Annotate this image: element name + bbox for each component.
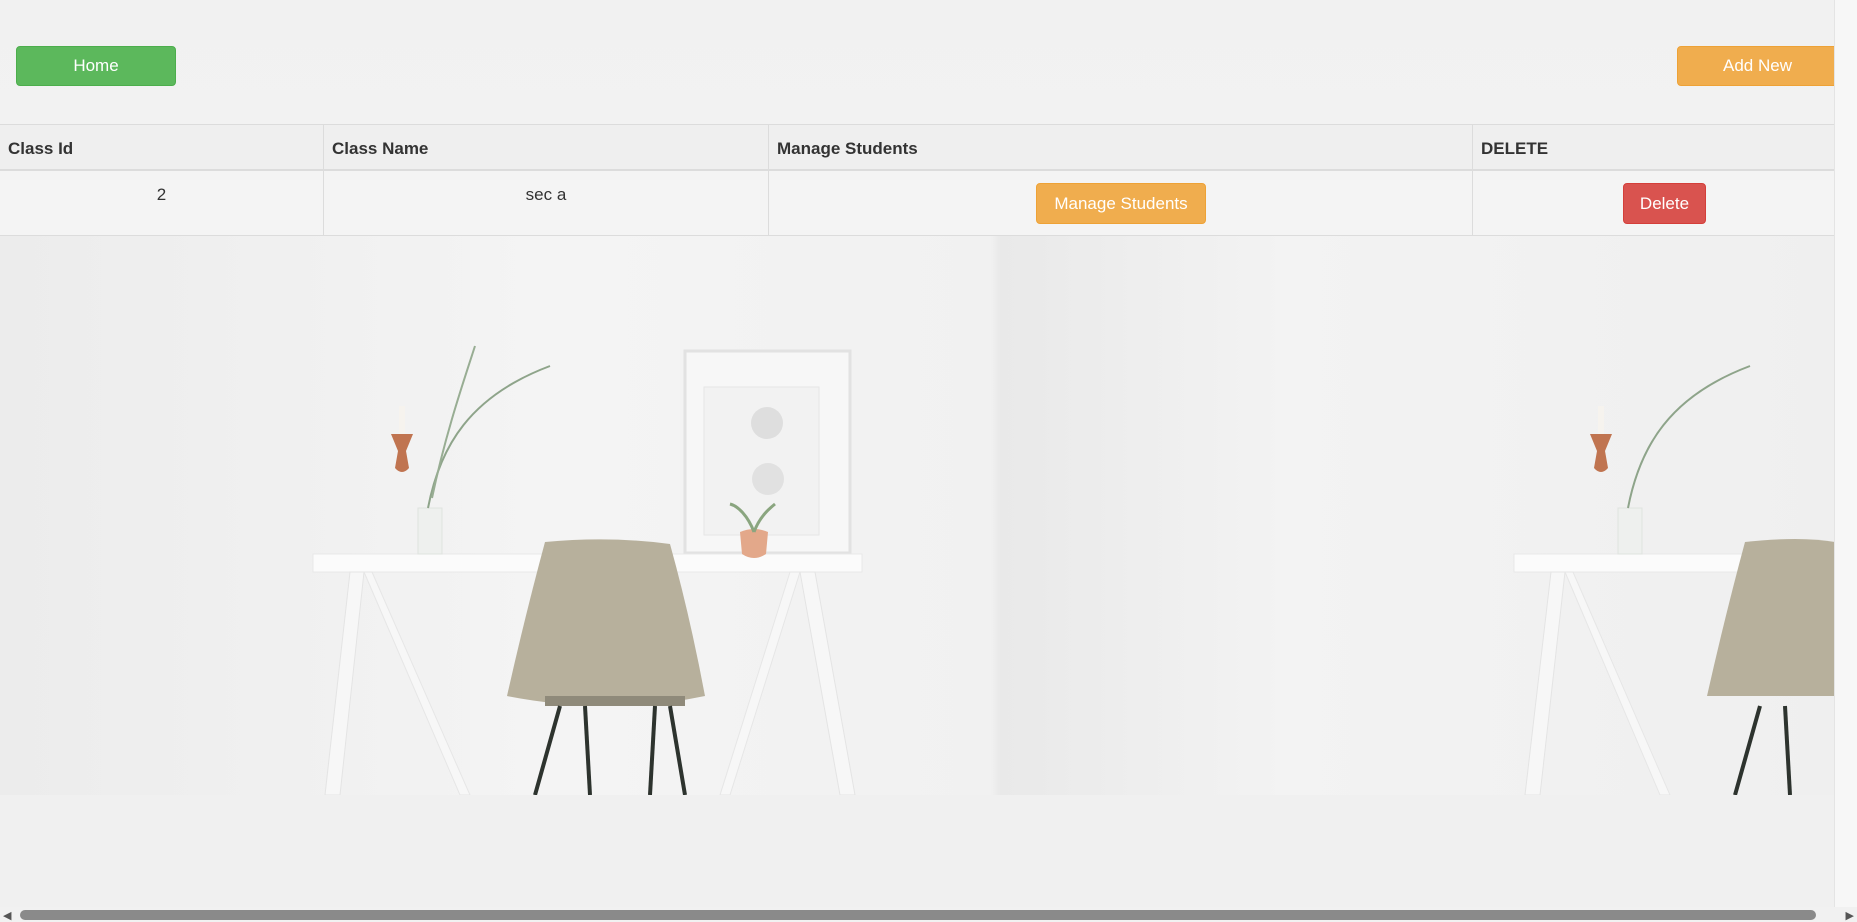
- scroll-left-icon[interactable]: ◀: [3, 909, 11, 922]
- background-photo: [0, 236, 1855, 796]
- chair-base: [545, 696, 685, 706]
- class-id-value: 2: [156, 185, 167, 204]
- header-cell-class-id: Class Id: [0, 125, 324, 169]
- manage-students-button[interactable]: Manage Students: [1036, 183, 1206, 224]
- header-class-name: Class Name: [332, 139, 429, 158]
- scroll-right-icon[interactable]: ▶: [1846, 909, 1854, 922]
- chair-leg-2: [583, 705, 592, 796]
- right-desk-scene: [1513, 365, 1855, 796]
- page-bottom-area: [0, 795, 1835, 907]
- chair-leg-3: [648, 705, 657, 796]
- vertical-scrollbar-track[interactable]: [1834, 0, 1857, 922]
- delete-button[interactable]: Delete: [1623, 183, 1706, 224]
- chair-leg-1: [533, 705, 562, 796]
- desk-leg-b: [363, 571, 471, 796]
- cell-class-id: 2: [0, 171, 324, 235]
- header-manage-students: Manage Students: [777, 139, 918, 158]
- cell-class-name: sec a: [324, 171, 769, 235]
- desk-leg-a: [324, 571, 365, 796]
- top-toolbar: Home Add New: [0, 0, 1838, 124]
- frame-circle-bottom: [752, 463, 784, 495]
- candle-holder-right: [1590, 434, 1612, 472]
- header-delete: DELETE: [1481, 139, 1549, 158]
- header-cell-class-name: Class Name: [324, 125, 769, 169]
- glass-vase-right: [1617, 507, 1643, 555]
- desk-leg-c: [719, 571, 801, 796]
- table-row: 2 sec a: [0, 171, 1857, 236]
- add-new-button[interactable]: Add New: [1677, 46, 1838, 86]
- candle: [399, 406, 405, 434]
- plant-stem-right: [1627, 365, 1751, 509]
- candle-holder: [391, 434, 413, 472]
- plant-stem-2: [431, 345, 476, 499]
- table-header-row: Class Id Class Name Manage Students DELE…: [0, 124, 1857, 171]
- horizontal-scrollbar-thumb[interactable]: [20, 910, 1816, 920]
- desk-leg-right-a: [1524, 571, 1566, 796]
- chair-leg-4: [668, 705, 687, 796]
- small-pot: [740, 529, 768, 558]
- home-button[interactable]: Home: [16, 46, 176, 86]
- left-desk-scene: [312, 345, 863, 796]
- desk-leg-right-b: [1564, 571, 1671, 796]
- chair-right-leg-2: [1783, 705, 1792, 796]
- horizontal-scrollbar[interactable]: ◀ ▶: [0, 907, 1857, 922]
- header-cell-manage-students: Manage Students: [769, 125, 1473, 169]
- page-viewport: Home Add New Class Id Class Name Manage …: [0, 0, 1857, 922]
- header-class-id: Class Id: [8, 139, 74, 158]
- class-name-value: sec a: [525, 185, 567, 204]
- candle-right: [1598, 406, 1604, 434]
- desk-leg-d: [799, 571, 856, 796]
- header-cell-delete: DELETE: [1473, 125, 1857, 169]
- desk-chair-illustration: [312, 345, 1855, 796]
- frame-circle-top: [751, 407, 783, 439]
- chair-right-leg-1: [1733, 705, 1762, 796]
- glass-vase: [417, 507, 443, 555]
